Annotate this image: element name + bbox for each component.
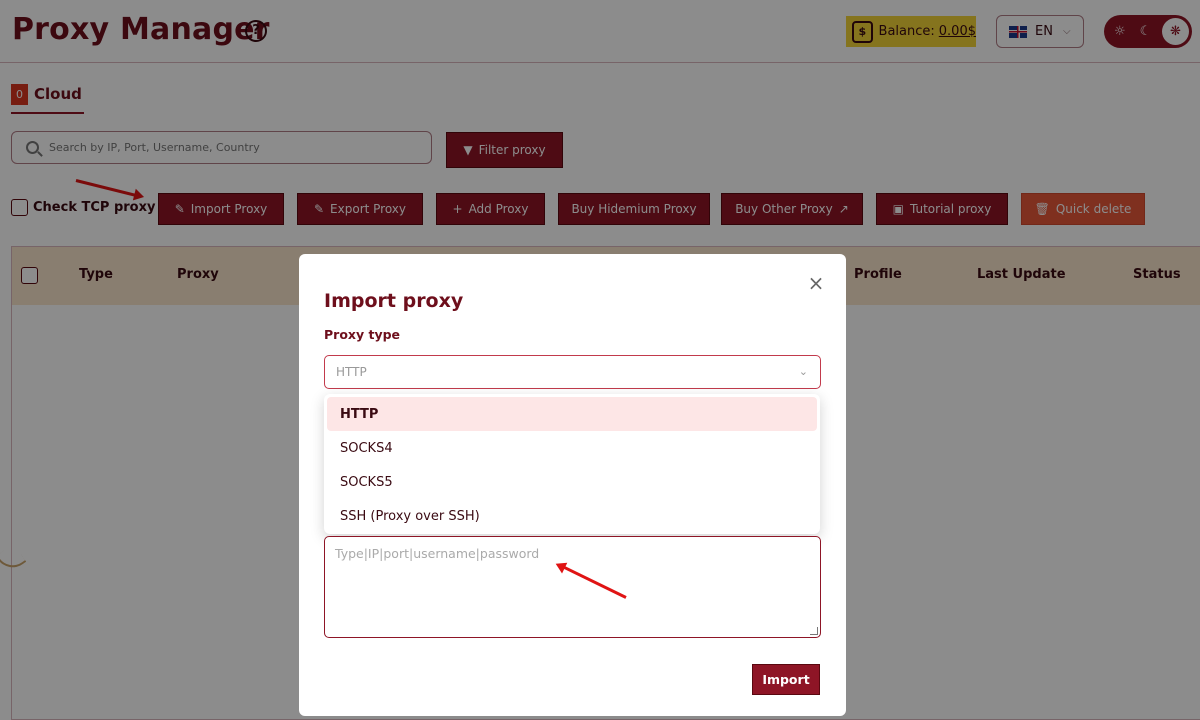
modal-title: Import proxy — [324, 290, 464, 312]
import-submit-button[interactable]: Import — [752, 664, 820, 695]
proxy-type-dropdown: HTTP SOCKS4 SOCKS5 SSH (Proxy over SSH) — [324, 394, 820, 534]
resize-handle-icon[interactable] — [810, 627, 818, 635]
proxy-list-textarea[interactable] — [324, 536, 821, 638]
option-socks5[interactable]: SOCKS5 — [327, 465, 817, 499]
option-socks4[interactable]: SOCKS4 — [327, 431, 817, 465]
option-ssh[interactable]: SSH (Proxy over SSH) — [327, 499, 817, 533]
import-proxy-modal: × Import proxy Proxy type HTTP ⌄ HTTP SO… — [299, 254, 846, 716]
proxy-type-select[interactable]: HTTP ⌄ — [324, 355, 821, 389]
proxy-type-value: HTTP — [336, 365, 367, 379]
close-icon[interactable]: × — [806, 273, 826, 294]
option-http[interactable]: HTTP — [327, 397, 817, 431]
proxy-type-label: Proxy type — [324, 327, 401, 342]
chevron-down-icon: ⌄ — [798, 365, 808, 378]
